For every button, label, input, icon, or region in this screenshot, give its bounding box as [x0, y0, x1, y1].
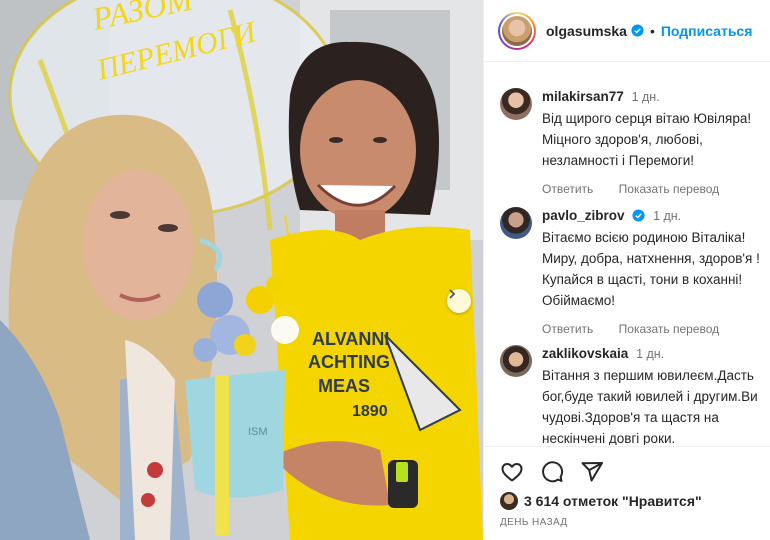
verified-badge-icon — [632, 209, 645, 222]
share-icon[interactable] — [580, 460, 604, 484]
comment-item: pavlo_zibrov 1 дн. Вітаємо всією родиною… — [500, 207, 762, 336]
comment-username[interactable]: milakirsan77 — [542, 89, 624, 104]
show-translation-button[interactable]: Показать перевод — [619, 182, 720, 196]
verified-badge-icon — [631, 24, 644, 37]
box-label: ISM — [248, 426, 268, 438]
comment-item: milakirsan77 1 дн. Від щирого серця віта… — [500, 88, 762, 196]
commenter-avatar[interactable] — [500, 207, 532, 239]
shirt-text-line4: 1890 — [352, 403, 388, 420]
comment-text: Вітання з першим ювилеєм.Дасть бог,буде … — [542, 368, 758, 445]
likes-count[interactable]: 3 614 отметок "Нравится" — [524, 493, 702, 509]
post-side-panel: olgasumska • Подписаться milakirsan77 1 … — [483, 0, 770, 540]
comment-username[interactable]: zaklikovskaia — [542, 346, 628, 361]
post-header: olgasumska • Подписаться — [484, 0, 770, 62]
comment-text: Вітаємо всією родиною Віталіка! Миру, до… — [542, 230, 760, 308]
author-avatar[interactable] — [498, 11, 536, 50]
reply-button[interactable]: Ответить — [542, 322, 593, 336]
post-actions-section: 3 614 отметок "Нравится" ДЕНЬ НАЗАД — [484, 446, 770, 540]
comment-time[interactable]: 1 дн. — [632, 90, 660, 104]
shirt-text-line1: ALVANNI — [312, 329, 389, 349]
comment-time[interactable]: 1 дн. — [653, 209, 681, 223]
show-translation-button[interactable]: Показать перевод — [619, 322, 720, 336]
commenter-avatar[interactable] — [500, 88, 532, 120]
separator: • — [649, 22, 655, 39]
follow-button[interactable]: Подписаться — [661, 23, 753, 39]
shirt-text-line3: MEAS — [318, 376, 370, 396]
comment-time[interactable]: 1 дн. — [636, 347, 664, 361]
comment-icon[interactable] — [540, 460, 564, 484]
post-photo[interactable]: РАЗОМ ПЕРЕМОГИ ALVANNI ACHTING MEAS 1890 — [0, 0, 483, 540]
comments-list[interactable]: milakirsan77 1 дн. Від щирого серця віта… — [484, 63, 770, 445]
comment-item: zaklikovskaia 1 дн. Вітання з першим юви… — [500, 345, 762, 445]
heart-icon[interactable] — [500, 460, 524, 484]
reply-button[interactable]: Ответить — [542, 182, 593, 196]
author-username[interactable]: olgasumska — [546, 23, 627, 39]
post-date[interactable]: ДЕНЬ НАЗАД — [500, 517, 568, 528]
chevron-right-icon — [449, 289, 456, 299]
commenter-avatar[interactable] — [500, 345, 532, 377]
next-photo-button[interactable] — [447, 289, 471, 313]
comment-username[interactable]: pavlo_zibrov — [542, 208, 625, 223]
shirt-text-line2: ACHTING — [308, 352, 390, 372]
post-image: РАЗОМ ПЕРЕМОГИ ALVANNI ACHTING MEAS 1890 — [0, 0, 483, 540]
comment-text: Від щирого серця вітаю Ювіляра! Міцного … — [542, 111, 752, 168]
liker-avatar[interactable] — [500, 492, 518, 510]
